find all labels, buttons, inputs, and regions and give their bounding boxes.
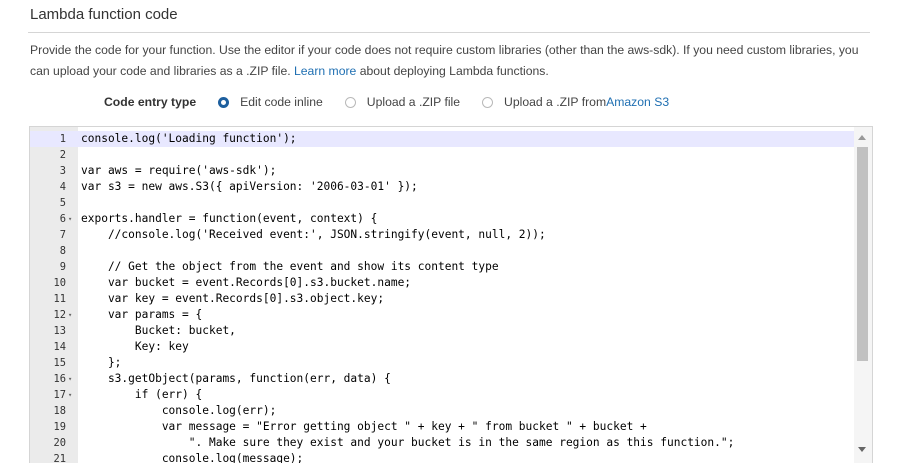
editor-scrollbar[interactable] [854, 127, 872, 463]
code-line[interactable]: 13 Bucket: bucket, [30, 323, 854, 339]
code-editor[interactable]: 1 console.log('Loading function'); 2 3 var a… [29, 126, 873, 463]
code-line[interactable]: 16 ▾ s3.getObject(params, function(err, d… [30, 371, 854, 387]
radio-button-selected[interactable] [218, 96, 230, 108]
radio-upload-zip[interactable]: Upload a .ZIP file [344, 95, 461, 109]
code-line[interactable]: 7 //console.log('Received event:', JSON.… [30, 227, 854, 243]
code-text: var s3 = new aws.S3({ apiVersion: '2006-… [81, 180, 418, 193]
radio-label: Upload a .ZIP from [504, 95, 607, 109]
code-line[interactable]: 4 var s3 = new aws.S3({ apiVersion: '2006… [30, 179, 854, 195]
code-entry-type-row: Code entry type Edit code inline Upload … [104, 92, 691, 112]
amazon-s3-link[interactable]: Amazon S3 [606, 95, 669, 109]
code-line[interactable]: 1 console.log('Loading function'); [30, 131, 854, 147]
line-number: 1 [59, 133, 66, 145]
code-text: Bucket: bucket, [81, 324, 236, 337]
code-text: var bucket = event.Records[0].s3.bucket.… [81, 276, 412, 289]
code-text: var aws = require('aws-sdk'); [81, 164, 277, 177]
line-number: 21 [53, 453, 66, 463]
line-number: 11 [53, 293, 66, 305]
code-line[interactable]: 20 ". Make sure they exist and your buck… [30, 435, 854, 451]
section-description: Provide the code for your function. Use … [30, 40, 875, 82]
code-text: // Get the object from the event and sho… [81, 260, 499, 273]
code-text: Key: key [81, 340, 189, 353]
fold-toggle-icon[interactable]: ▾ [68, 211, 76, 227]
code-text: console.log(message); [81, 452, 304, 463]
line-number: 15 [53, 357, 66, 369]
fold-toggle-icon[interactable]: ▾ [68, 307, 76, 323]
code-text: var message = "Error getting object " + … [81, 420, 647, 433]
code-line[interactable]: 10 var bucket = event.Records[0].s3.buck… [30, 275, 854, 291]
line-number: 4 [59, 181, 66, 193]
code-text: if (err) { [81, 388, 203, 401]
code-line[interactable]: 12 ▾ var params = { [30, 307, 854, 323]
line-number: 7 [59, 229, 66, 241]
code-entry-type-label: Code entry type [104, 95, 197, 109]
fold-toggle-icon[interactable]: ▾ [68, 371, 76, 387]
code-text: }; [81, 356, 122, 369]
code-text: s3.getObject(params, function(err, data)… [81, 372, 391, 385]
scroll-down-icon[interactable] [858, 447, 866, 452]
radio-label: Edit code inline [240, 95, 323, 109]
line-number: 17 [53, 389, 66, 401]
code-line[interactable]: 21 console.log(message); [30, 451, 854, 463]
radio-upload-zip-s3[interactable]: Upload a .ZIP from Amazon S3 [482, 95, 669, 109]
section-title: Lambda function code [30, 6, 178, 23]
learn-more-link[interactable]: Learn more [294, 64, 356, 78]
radio-edit-inline[interactable]: Edit code inline [218, 95, 323, 109]
code-line[interactable]: 18 console.log(err); [30, 403, 854, 419]
radio-button[interactable] [344, 96, 356, 108]
code-line[interactable]: 9 // Get the object from the event and s… [30, 259, 854, 275]
line-number: 6 [59, 213, 66, 225]
code-line[interactable]: 11 var key = event.Records[0].s3.object.… [30, 291, 854, 307]
code-text: var params = { [81, 308, 203, 321]
code-line[interactable]: 15 }; [30, 355, 854, 371]
code-line[interactable]: 3 var aws = require('aws-sdk'); [30, 163, 854, 179]
line-number: 19 [53, 421, 66, 433]
code-line[interactable]: 17 ▾ if (err) { [30, 387, 854, 403]
line-number: 9 [59, 261, 66, 273]
line-number: 8 [59, 245, 66, 257]
scroll-thumb[interactable] [857, 147, 868, 361]
line-number: 14 [53, 341, 66, 353]
code-text: console.log(err); [81, 404, 277, 417]
fold-toggle-icon[interactable]: ▾ [68, 387, 76, 403]
code-text: var key = event.Records[0].s3.object.key… [81, 292, 385, 305]
line-number: 12 [53, 309, 66, 321]
line-number: 20 [53, 437, 66, 449]
code-line[interactable]: 6 ▾ exports.handler = function(event, cont… [30, 211, 854, 227]
radio-label: Upload a .ZIP file [366, 95, 461, 109]
line-number: 5 [59, 197, 66, 209]
code-line[interactable]: 8 [30, 243, 854, 259]
code-text: console.log('Loading function'); [81, 132, 297, 145]
code-text: ". Make sure they exist and your bucket … [81, 436, 735, 449]
line-number: 2 [59, 149, 66, 161]
line-number: 13 [53, 325, 66, 337]
code-line[interactable]: 14 Key: key [30, 339, 854, 355]
line-number: 16 [53, 373, 66, 385]
code-text: exports.handler = function(event, contex… [81, 212, 378, 225]
code-line[interactable]: 19 var message = "Error getting object "… [30, 419, 854, 435]
line-number: 18 [53, 405, 66, 417]
radio-button[interactable] [482, 96, 494, 108]
section-divider [28, 32, 870, 33]
line-number: 3 [59, 165, 66, 177]
code-text: //console.log('Received event:', JSON.st… [81, 228, 546, 241]
code-line[interactable]: 5 [30, 195, 854, 211]
code-line[interactable]: 2 [30, 147, 854, 163]
line-number: 10 [53, 277, 66, 289]
description-text-end: about deploying Lambda functions. [356, 64, 549, 78]
scroll-up-icon[interactable] [858, 135, 866, 140]
